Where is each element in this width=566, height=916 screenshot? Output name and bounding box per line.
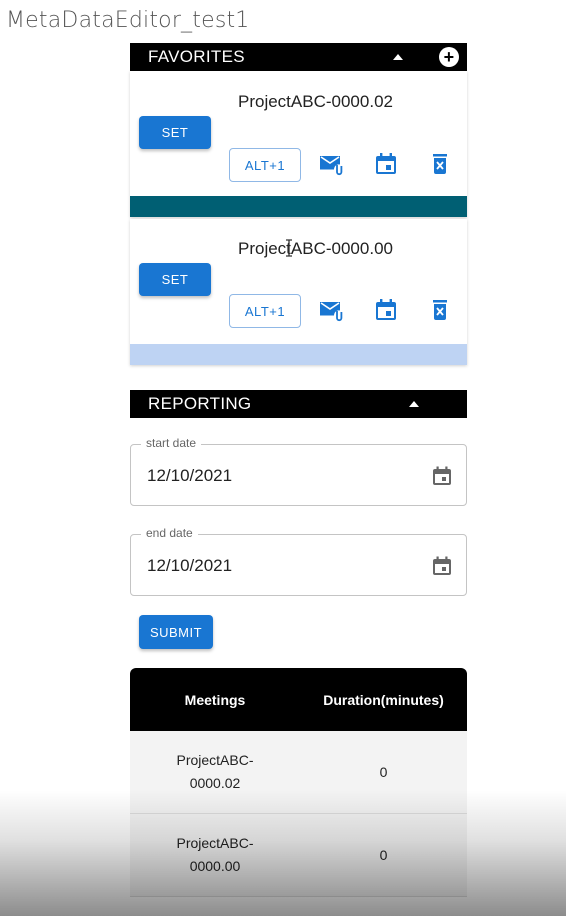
table-row[interactable]: ProjectABC- 0000.02 0 — [130, 731, 467, 814]
meeting-cell: ProjectABC- 0000.00 — [130, 832, 300, 878]
favorite-card: ProjectABC-0000.00 SET ALT+1 — [130, 219, 467, 365]
app-title: MetaDataEditor_test1 — [6, 8, 250, 33]
meeting-cell: ProjectABC- 0000.02 — [130, 749, 300, 795]
report-table: Meetings Duration(minutes) ProjectABC- 0… — [130, 668, 467, 897]
column-header-duration[interactable]: Duration(minutes) — [300, 692, 467, 708]
shortcut-button[interactable]: ALT+1 — [229, 294, 301, 328]
end-date-label: end date — [141, 526, 198, 540]
add-favorite-button[interactable]: + — [439, 47, 459, 67]
duration-cell: 0 — [379, 847, 388, 863]
collapse-favorites-icon[interactable] — [393, 54, 403, 60]
shortcut-button[interactable]: ALT+1 — [229, 148, 301, 182]
favorite-color-bar — [130, 196, 467, 217]
favorite-name: ProjectABC-0000.02 — [238, 92, 393, 111]
meeting-name-part: ProjectABC- — [176, 835, 254, 851]
meeting-name-part: 0000.02 — [189, 775, 241, 791]
email-attachment-icon[interactable] — [318, 297, 344, 323]
set-button[interactable]: SET — [139, 116, 211, 149]
reporting-header: REPORTING — [130, 390, 467, 418]
favorite-card: ProjectABC-0000.02 SET ALT+1 — [130, 71, 467, 217]
meeting-name-part: ProjectABC- — [176, 752, 254, 768]
favorite-name: ProjectABC-0000.00 — [238, 239, 393, 258]
start-date-value[interactable]: 12/10/2021 — [147, 466, 232, 486]
set-button[interactable]: SET — [139, 263, 211, 296]
collapse-reporting-icon[interactable] — [409, 401, 419, 407]
table-header: Meetings Duration(minutes) — [130, 668, 467, 731]
email-attachment-icon[interactable] — [318, 151, 344, 177]
table-row[interactable]: ProjectABC- 0000.00 0 — [130, 814, 467, 897]
end-date-value[interactable]: 12/10/2021 — [147, 556, 232, 576]
start-date-label: start date — [141, 436, 202, 450]
calendar-icon[interactable] — [430, 554, 454, 578]
delete-icon[interactable] — [427, 151, 453, 177]
start-date-field[interactable]: start date 12/10/2021 — [130, 436, 467, 506]
reporting-title: REPORTING — [148, 394, 252, 413]
submit-button[interactable]: SUBMIT — [139, 615, 213, 649]
meeting-name-part: 0000.00 — [189, 858, 241, 874]
calendar-icon[interactable] — [430, 464, 454, 488]
end-date-field[interactable]: end date 12/10/2021 — [130, 526, 467, 596]
duration-cell: 0 — [379, 764, 388, 780]
calendar-icon[interactable] — [373, 151, 399, 177]
favorites-title: FAVORITES — [148, 47, 245, 66]
text-cursor-icon — [286, 239, 292, 257]
delete-icon[interactable] — [427, 297, 453, 323]
column-header-meetings[interactable]: Meetings — [130, 692, 300, 708]
calendar-icon[interactable] — [373, 297, 399, 323]
favorites-header: FAVORITES + — [130, 43, 467, 71]
favorite-color-bar — [130, 344, 467, 365]
